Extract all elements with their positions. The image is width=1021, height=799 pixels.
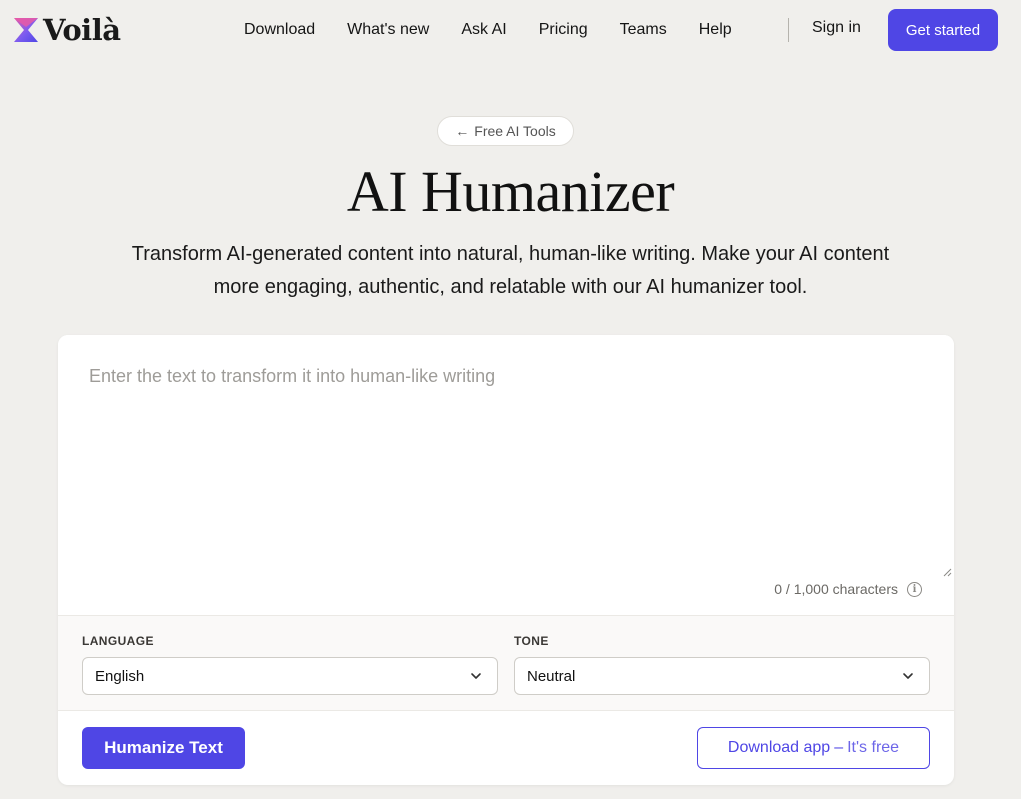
page-subtitle: Transform AI-generated content into natu… bbox=[131, 243, 890, 298]
resize-handle-icon[interactable] bbox=[942, 567, 952, 577]
chevron-down-icon bbox=[471, 673, 481, 679]
humanizer-card: 0 / 1,000 characters i LANGUAGE English … bbox=[58, 335, 954, 785]
get-started-button[interactable]: Get started bbox=[888, 9, 998, 51]
humanize-text-button[interactable]: Humanize Text bbox=[82, 727, 245, 769]
tone-select[interactable]: Neutral bbox=[514, 657, 930, 695]
info-icon[interactable]: i bbox=[907, 581, 922, 597]
download-free-label: It's free bbox=[847, 739, 900, 756]
nav-divider bbox=[788, 18, 789, 42]
tone-value: Neutral bbox=[527, 667, 576, 685]
site-header: Voilà Download What's new Ask AI Pricing… bbox=[0, 0, 1021, 60]
main-nav: Download What's new Ask AI Pricing Teams… bbox=[244, 19, 764, 41]
actions-bar: Humanize Text Download app – It's free bbox=[58, 711, 954, 785]
free-ai-tools-chip[interactable]: ← Free AI Tools bbox=[437, 116, 574, 146]
language-label: LANGUAGE bbox=[82, 634, 154, 648]
tone-label: TONE bbox=[514, 634, 549, 648]
back-chip-label: Free AI Tools bbox=[474, 123, 556, 139]
arrow-left-icon: ← bbox=[455, 123, 470, 139]
voila-logo-icon bbox=[14, 18, 38, 42]
page-title: AI Humanizer bbox=[346, 159, 675, 224]
chevron-down-icon bbox=[903, 673, 913, 679]
nav-pricing[interactable]: Pricing bbox=[539, 21, 588, 39]
download-app-button[interactable]: Download app – It's free bbox=[697, 727, 930, 769]
nav-download[interactable]: Download bbox=[244, 21, 315, 39]
download-separator: – bbox=[834, 739, 844, 756]
character-count-text: 0 / 1,000 characters bbox=[774, 581, 898, 597]
brand-logo[interactable]: Voilà bbox=[13, 13, 121, 47]
text-input[interactable] bbox=[58, 335, 954, 579]
language-value: English bbox=[95, 667, 145, 685]
nav-help[interactable]: Help bbox=[699, 21, 732, 39]
language-select[interactable]: English bbox=[82, 657, 498, 695]
options-panel: LANGUAGE English TONE Neutral bbox=[58, 615, 954, 711]
nav-whats-new[interactable]: What's new bbox=[347, 21, 429, 39]
download-app-label: Download app bbox=[727, 739, 831, 756]
nav-ask-ai[interactable]: Ask AI bbox=[461, 21, 506, 39]
sign-in-link[interactable]: Sign in bbox=[812, 19, 861, 37]
brand-name: Voilà bbox=[43, 13, 121, 47]
nav-teams[interactable]: Teams bbox=[620, 21, 667, 39]
character-counter: 0 / 1,000 characters i bbox=[774, 581, 922, 597]
